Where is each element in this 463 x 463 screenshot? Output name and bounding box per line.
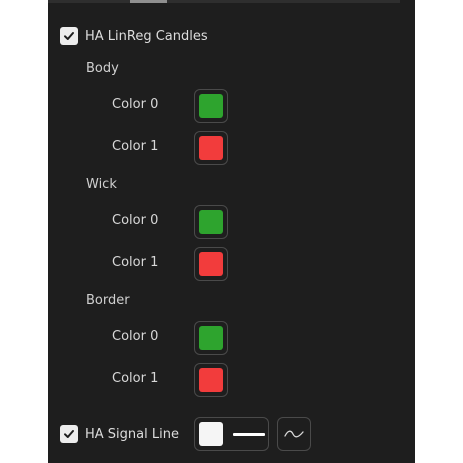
body-color0-swatch	[199, 94, 223, 118]
checkmark-icon	[64, 32, 74, 40]
body-color0-label: Color 0	[112, 97, 159, 112]
border-color0-label: Color 0	[112, 329, 159, 344]
signal-line-color-swatch	[199, 422, 223, 446]
ha-signal-line-label: HA Signal Line	[85, 426, 179, 442]
border-color0-swatch	[199, 326, 223, 350]
checkmark-icon	[64, 430, 74, 438]
line-style-icon	[284, 430, 304, 438]
ha-signal-line-checkbox[interactable]	[60, 425, 78, 443]
border-color1-label: Color 1	[112, 371, 159, 386]
ha-signal-line-row: HA Signal Line	[60, 425, 179, 443]
border-color1-button[interactable]	[194, 363, 228, 397]
signal-line-style-button[interactable]	[277, 417, 311, 451]
wick-color1-swatch	[199, 252, 223, 276]
border-group-label: Border	[86, 293, 130, 308]
ha-linreg-candles-checkbox[interactable]	[60, 27, 78, 45]
ha-linreg-candles-row: HA LinReg Candles	[60, 27, 208, 45]
body-color1-button[interactable]	[194, 131, 228, 165]
wick-color1-button[interactable]	[194, 247, 228, 281]
ha-linreg-candles-label: HA LinReg Candles	[85, 28, 208, 44]
body-color0-button[interactable]	[194, 89, 228, 123]
settings-panel: HA LinReg Candles Body Color 0 Color 1 W…	[48, 0, 415, 463]
wick-color0-button[interactable]	[194, 205, 228, 239]
body-color1-label: Color 1	[112, 139, 159, 154]
line-thickness-preview	[233, 432, 265, 436]
body-color1-swatch	[199, 136, 223, 160]
border-color1-swatch	[199, 368, 223, 392]
wick-group-label: Wick	[86, 177, 117, 192]
wick-color0-swatch	[199, 210, 223, 234]
horizontal-scrollbar[interactable]	[48, 0, 400, 3]
border-color0-button[interactable]	[194, 321, 228, 355]
body-group-label: Body	[86, 61, 119, 76]
scrollbar-thumb[interactable]	[130, 0, 167, 3]
wick-color0-label: Color 0	[112, 213, 159, 228]
wick-color1-label: Color 1	[112, 255, 159, 270]
signal-line-color-button[interactable]	[194, 417, 269, 451]
